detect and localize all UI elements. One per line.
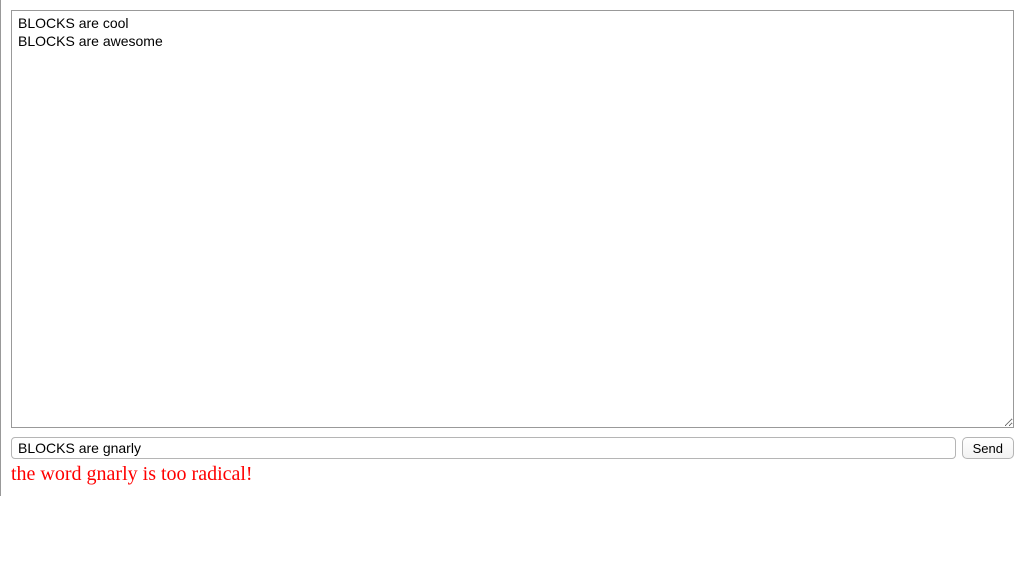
send-button[interactable]: Send <box>962 437 1014 459</box>
error-message: the word gnarly is too radical! <box>11 463 1014 486</box>
chat-log-textarea[interactable] <box>11 10 1014 428</box>
input-row: Send <box>11 437 1014 459</box>
message-input[interactable] <box>11 437 956 459</box>
